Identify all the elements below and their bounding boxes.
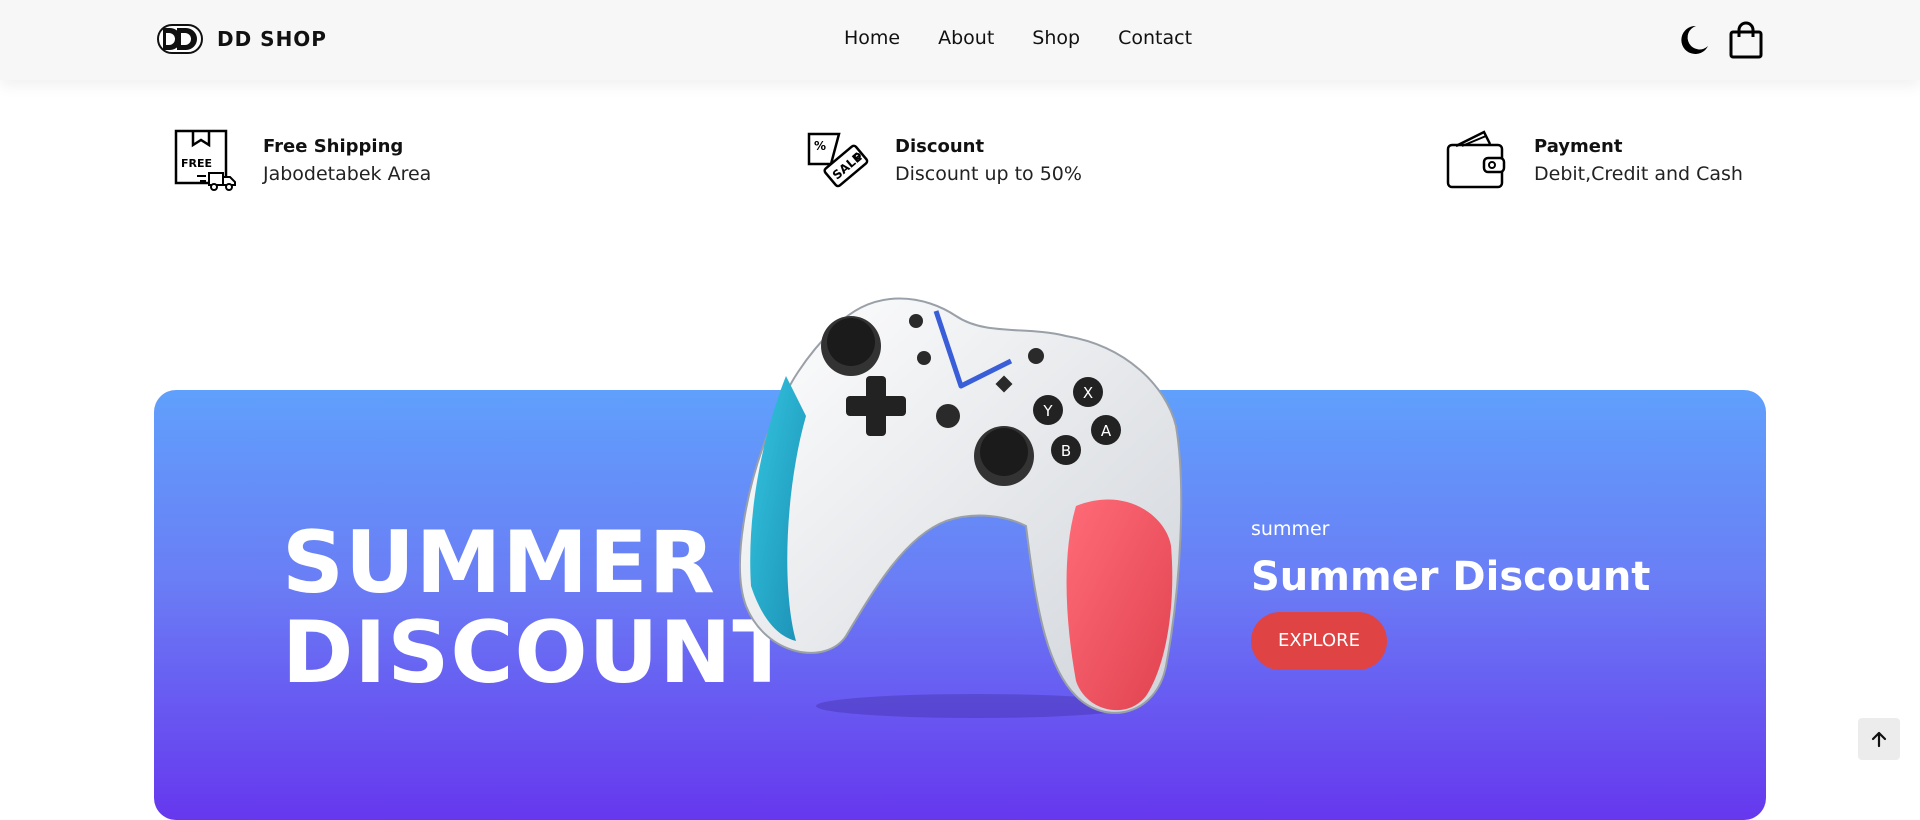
moon-icon[interactable] <box>1674 20 1714 60</box>
headline-line-2: DISCOUNT <box>282 603 793 703</box>
nav-contact[interactable]: Contact <box>1118 27 1192 49</box>
svg-text:%: % <box>814 139 826 153</box>
button-b-label: B <box>1061 442 1071 460</box>
feature-title: Discount <box>895 136 985 157</box>
shopping-bag-icon[interactable] <box>1726 20 1766 60</box>
feature-payment: Payment Debit,Credit and Cash <box>1444 128 1743 196</box>
scroll-top-button[interactable] <box>1858 718 1900 760</box>
game-controller-image: Y X B A <box>739 297 1183 718</box>
brand-logo[interactable]: DD SHOP <box>157 24 327 54</box>
feature-discount: % SALE Discount Discount up to 50% <box>805 128 1082 196</box>
nav-shop[interactable]: Shop <box>1032 27 1080 49</box>
nav-about[interactable]: About <box>938 27 994 49</box>
free-shipping-icon: FREE <box>174 129 236 191</box>
feature-title: Payment <box>1534 136 1623 157</box>
feature-free-shipping: FREE Free Shipping Jabodetabek Area <box>173 128 431 196</box>
headline-line-1: SUMMER <box>282 513 716 613</box>
main-nav: Home About Shop Contact <box>844 27 1230 49</box>
feature-desc: Debit,Credit and Cash <box>1534 163 1743 185</box>
dd-logo-icon <box>157 24 203 54</box>
sale-tag-icon: % SALE <box>807 132 869 188</box>
brand-name: DD SHOP <box>217 27 327 51</box>
button-x-label: X <box>1083 384 1093 402</box>
site-header: DD SHOP Home About Shop Contact <box>0 0 1920 80</box>
feature-title: Free Shipping <box>263 136 404 157</box>
promo-block: summer Summer Discount EXPLORE <box>1251 518 1650 670</box>
promo-title: Summer Discount <box>1251 554 1651 600</box>
button-a-label: A <box>1101 422 1112 440</box>
button-y-label: Y <box>1042 402 1053 420</box>
nav-home[interactable]: Home <box>844 27 900 49</box>
free-icon-text: FREE <box>181 157 212 170</box>
wallet-icon <box>1446 130 1506 189</box>
banner-headline: SUMMER DISCOUNT <box>282 518 792 698</box>
feature-desc: Jabodetabek Area <box>263 163 432 185</box>
arrow-up-icon <box>1871 731 1887 748</box>
explore-button[interactable]: EXPLORE <box>1251 612 1387 670</box>
feature-desc: Discount up to 50% <box>895 163 1082 185</box>
promo-small-label: summer <box>1251 518 1330 540</box>
